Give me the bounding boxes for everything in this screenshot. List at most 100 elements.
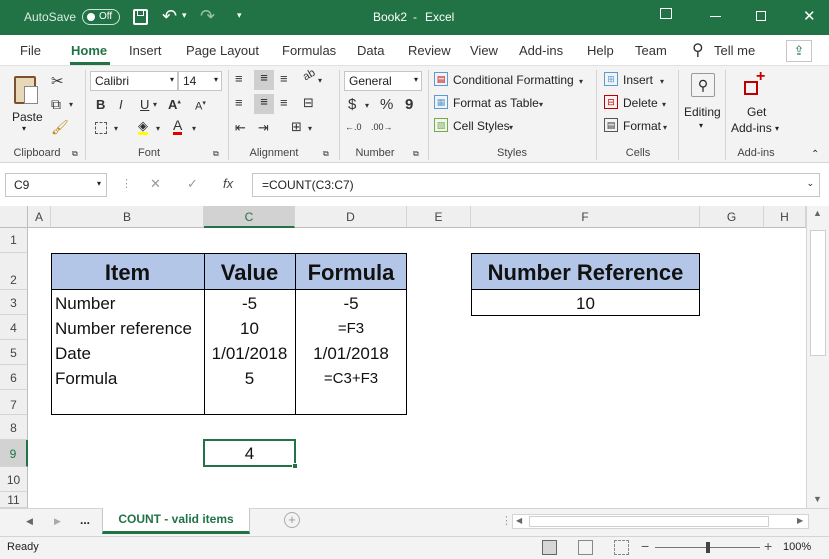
row-header-9[interactable]: 9 xyxy=(0,440,28,467)
column-header-c[interactable]: C xyxy=(204,206,295,228)
number-launcher-icon[interactable]: ⧉ xyxy=(413,149,419,159)
align-right-icon[interactable]: ≡ xyxy=(280,95,288,110)
increase-indent-icon[interactable]: ⇥ xyxy=(258,120,269,136)
vertical-scroll-thumb[interactable] xyxy=(810,230,826,356)
name-box[interactable]: C9 ▾ xyxy=(5,173,107,197)
font-color-dropdown-icon[interactable]: ▾ xyxy=(192,124,196,133)
insert-dropdown-icon[interactable]: ▾ xyxy=(660,77,664,86)
insert-function-icon[interactable]: fx xyxy=(223,176,233,191)
header-value[interactable]: Value xyxy=(204,255,295,291)
item-cell[interactable]: Number reference xyxy=(55,316,192,341)
previous-sheet-icon[interactable]: ◀ xyxy=(26,516,33,527)
copy-icon[interactable]: ⧉ xyxy=(51,96,61,113)
value-cell[interactable]: -5 xyxy=(204,291,295,316)
increase-decimal-button[interactable]: ←.0 xyxy=(345,122,362,132)
copy-dropdown-icon[interactable]: ▾ xyxy=(69,100,73,109)
merge-center-icon[interactable]: ⊞ xyxy=(291,119,302,135)
scroll-up-icon[interactable]: ▲ xyxy=(813,208,822,218)
row-header-4[interactable]: 4 xyxy=(0,315,28,340)
insert-cells-button[interactable]: Insert xyxy=(623,73,653,87)
formula-input[interactable]: =COUNT(C3:C7) ⌄ xyxy=(252,173,820,197)
new-sheet-icon[interactable]: + xyxy=(284,512,300,528)
row-header-3[interactable]: 3 xyxy=(0,290,28,315)
format-as-table-icon[interactable]: ▦ xyxy=(434,95,448,109)
enter-icon[interactable]: ✓ xyxy=(187,176,198,192)
column-header-e[interactable]: E xyxy=(407,206,471,228)
column-header-g[interactable]: G xyxy=(700,206,764,228)
font-color-icon[interactable]: A xyxy=(173,118,183,135)
zoom-in-icon[interactable]: + xyxy=(764,538,772,554)
tab-data[interactable]: Data xyxy=(357,43,384,58)
shrink-font-icon[interactable]: A▾ xyxy=(195,99,206,113)
format-painter-icon[interactable]: 🖌 xyxy=(51,119,69,136)
editing-button[interactable]: ⚲ Editing ▾ xyxy=(683,71,723,141)
column-header-h[interactable]: H xyxy=(764,206,806,228)
reference-header-text[interactable]: Number Reference xyxy=(471,255,700,291)
tab-file[interactable]: File xyxy=(20,43,41,58)
header-item[interactable]: Item xyxy=(51,255,204,291)
fill-color-icon[interactable]: ◈ xyxy=(138,119,148,135)
conditional-formatting-icon[interactable]: ▤ xyxy=(434,72,448,86)
percent-button[interactable]: % xyxy=(380,96,393,113)
normal-view-icon[interactable] xyxy=(542,540,557,555)
tab-view[interactable]: View xyxy=(470,43,498,58)
alignment-launcher-icon[interactable]: ⧉ xyxy=(323,149,329,159)
undo-icon[interactable]: ↶ xyxy=(162,6,177,27)
cell-styles-button[interactable]: Cell Styles xyxy=(453,119,510,133)
format-cells-icon[interactable]: ▤ xyxy=(604,118,618,132)
expand-formula-bar-icon[interactable]: ⌄ xyxy=(806,178,814,189)
row-header-7[interactable]: 7 xyxy=(0,390,28,415)
sheet-split-grip-icon[interactable]: ⋮ xyxy=(501,514,512,527)
zoom-out-icon[interactable]: − xyxy=(641,538,649,554)
tab-formulas[interactable]: Formulas xyxy=(282,43,336,58)
value-cell[interactable]: 1/01/2018 xyxy=(204,341,295,366)
formula-cell[interactable]: =C3+F3 xyxy=(295,366,407,391)
item-cell[interactable]: Date xyxy=(55,341,91,366)
select-all-corner[interactable] xyxy=(0,206,28,228)
value-cell[interactable]: 5 xyxy=(204,366,295,391)
horizontal-scrollbar[interactable]: ◀ ▶ xyxy=(512,514,809,529)
lightbulb-icon[interactable]: ⚲ xyxy=(692,40,704,60)
formula-cell[interactable]: =F3 xyxy=(295,316,407,341)
tab-review[interactable]: Review xyxy=(408,43,451,58)
row-header-10[interactable]: 10 xyxy=(0,467,28,492)
conditional-dropdown-icon[interactable]: ▾ xyxy=(579,77,583,86)
cancel-icon[interactable]: ✕ xyxy=(150,176,161,192)
bold-button[interactable]: B xyxy=(96,97,105,112)
decrease-decimal-button[interactable]: .00→ xyxy=(371,122,393,132)
number-format-select[interactable]: General ▾ xyxy=(344,71,422,91)
cell-styles-dropdown-icon[interactable]: ▾ xyxy=(509,123,513,132)
item-cell[interactable]: Number xyxy=(55,291,115,316)
redo-icon[interactable]: ↷ xyxy=(200,6,215,27)
cut-icon[interactable]: ✂ xyxy=(51,72,64,90)
share-icon[interactable]: ⇪ xyxy=(786,40,812,62)
align-left-icon[interactable]: ≡ xyxy=(235,95,243,110)
value-cell[interactable]: 10 xyxy=(204,316,295,341)
next-sheet-icon[interactable]: ▶ xyxy=(54,516,61,527)
autosave-toggle[interactable]: Off xyxy=(82,9,120,25)
scroll-right-icon[interactable]: ▶ xyxy=(797,516,803,525)
grow-font-icon[interactable]: A▴ xyxy=(168,97,181,112)
cell-styles-icon[interactable]: ▧ xyxy=(434,118,448,132)
currency-button[interactable]: $ xyxy=(348,96,356,113)
save-icon[interactable] xyxy=(133,9,148,25)
align-top-icon[interactable]: ≡ xyxy=(235,71,243,86)
align-center-icon[interactable]: ≡ xyxy=(254,94,274,114)
column-header-d[interactable]: D xyxy=(295,206,407,228)
zoom-slider-thumb[interactable] xyxy=(706,542,710,553)
row-header-11[interactable]: 11 xyxy=(0,492,28,508)
row-header-2[interactable]: 2 xyxy=(0,253,28,290)
delete-dropdown-icon[interactable]: ▾ xyxy=(662,100,666,109)
underline-dropdown-icon[interactable]: ▾ xyxy=(153,100,157,109)
scroll-left-icon[interactable]: ◀ xyxy=(516,516,522,525)
align-middle-icon[interactable]: ≡ xyxy=(254,70,274,90)
align-bottom-icon[interactable]: ≡ xyxy=(280,71,288,86)
borders-icon[interactable] xyxy=(95,122,107,134)
column-header-f[interactable]: F xyxy=(471,206,700,228)
tab-team[interactable]: Team xyxy=(635,43,667,58)
font-name-select[interactable]: Calibri ▾ xyxy=(90,71,178,91)
customize-toolbar-icon[interactable]: ▾ xyxy=(237,10,242,21)
item-cell[interactable]: Formula xyxy=(55,366,117,391)
zoom-level[interactable]: 100% xyxy=(783,541,811,553)
restore-icon[interactable] xyxy=(756,11,766,21)
